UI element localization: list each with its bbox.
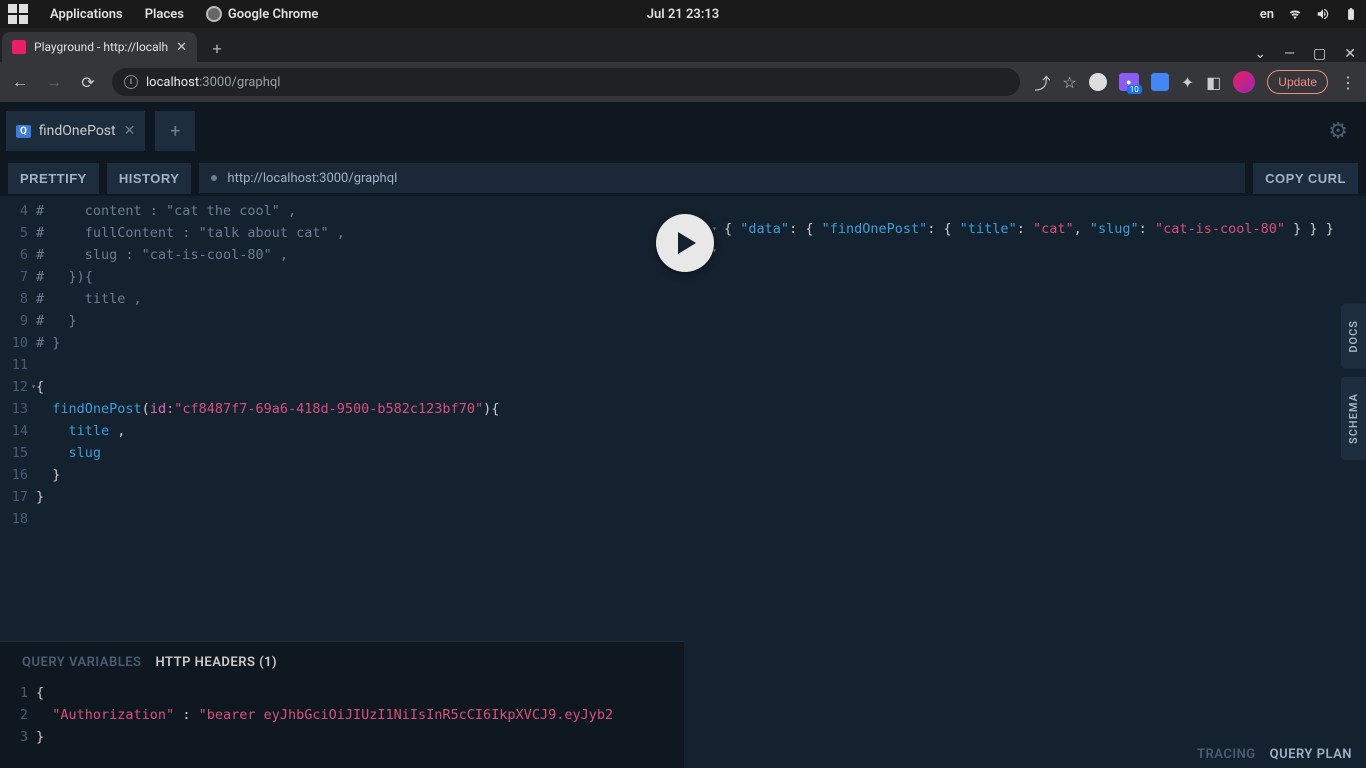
chrome-label: Google Chrome: [228, 7, 318, 22]
tab-title: Playground - http://localh: [34, 40, 168, 54]
browser-tab-active[interactable]: Playground - http://localh ✕: [2, 32, 197, 62]
query-code[interactable]: # content : "cat the cool" , # fullConte…: [36, 200, 684, 641]
playground-tabs: Q findOnePost ✕ + ⚙: [0, 102, 1366, 160]
browser-tab-strip: Playground - http://localh ✕ + ⌄ — ▢ ✕: [0, 28, 1366, 62]
endpoint-status-icon: [211, 175, 217, 181]
tracing-tab[interactable]: TRACING: [1197, 747, 1256, 762]
copy-curl-button[interactable]: COPY CURL: [1253, 163, 1358, 194]
battery-icon[interactable]: [1344, 7, 1358, 21]
query-plan-tab[interactable]: QUERY PLAN: [1270, 747, 1352, 762]
prettify-button[interactable]: PRETTIFY: [8, 163, 99, 194]
nav-forward-icon[interactable]: →: [44, 72, 64, 92]
side-tabs: DOCS SCHEMA: [1341, 304, 1366, 460]
extensions-puzzle-icon[interactable]: ✦: [1181, 73, 1194, 92]
tab-overflow-icon[interactable]: ⌄: [1254, 46, 1266, 62]
os-clock[interactable]: Jul 21 23:13: [647, 7, 719, 22]
query-editor-pane: 456789101112▾131415161718 # content : "c…: [0, 196, 684, 768]
docs-tab[interactable]: DOCS: [1341, 304, 1366, 369]
site-info-icon[interactable]: i: [124, 75, 138, 89]
playground-new-tab[interactable]: +: [155, 111, 195, 151]
endpoint-url: http://localhost:3000/graphql: [227, 171, 397, 186]
chrome-icon: [206, 6, 222, 22]
os-menu-chrome[interactable]: Google Chrome: [206, 6, 318, 22]
execute-button[interactable]: [656, 214, 714, 272]
headers-gutter: 123: [0, 682, 36, 748]
playground-main: 456789101112▾131415161718 # content : "c…: [0, 196, 1366, 768]
url-text: localhost:3000/graphql: [146, 75, 280, 90]
graphql-playground: Q findOnePost ✕ + ⚙ PRETTIFY HISTORY htt…: [0, 102, 1366, 768]
playground-tab-active[interactable]: Q findOnePost ✕: [6, 111, 145, 151]
query-variables-tab[interactable]: QUERY VARIABLES: [22, 655, 142, 670]
nav-back-icon[interactable]: ←: [10, 72, 30, 92]
headers-editor[interactable]: 123 { "Authorization" : "bearer eyJhbGci…: [0, 682, 684, 768]
profile-avatar[interactable]: [1233, 71, 1255, 93]
extension-icon-2[interactable]: ●10: [1119, 73, 1139, 91]
playground-tab-label: findOnePost: [39, 123, 116, 139]
variables-panel: QUERY VARIABLES HTTP HEADERS (1) 123 { "…: [0, 641, 684, 768]
new-tab-button[interactable]: +: [203, 34, 231, 62]
line-gutter: 456789101112▾131415161718: [0, 200, 36, 641]
result-json: { "data": { "findOnePost": { "title": "c…: [724, 218, 1356, 240]
playground-tab-close-icon[interactable]: ✕: [124, 123, 136, 139]
menu-dots-icon[interactable]: ⋮: [1340, 73, 1356, 92]
apps-grid-icon[interactable]: [8, 4, 28, 24]
os-menu-places[interactable]: Places: [145, 7, 184, 22]
panel-icon[interactable]: ◧: [1206, 73, 1221, 92]
wifi-icon[interactable]: [1288, 7, 1302, 21]
schema-tab[interactable]: SCHEMA: [1341, 377, 1366, 460]
browser-toolbar: ← → ⟳ i localhost:3000/graphql ⤴ ☆ ●10 ✦…: [0, 62, 1366, 102]
volume-icon[interactable]: [1316, 7, 1330, 21]
history-button[interactable]: HISTORY: [107, 163, 192, 194]
os-menu-applications[interactable]: Applications: [50, 7, 123, 22]
extension-icon-3[interactable]: [1151, 73, 1169, 91]
extension-icon-1[interactable]: [1089, 73, 1107, 91]
playground-toolbar: PRETTIFY HISTORY http://localhost:3000/g…: [0, 160, 1366, 196]
play-icon: [678, 232, 696, 254]
update-button[interactable]: Update: [1267, 70, 1328, 94]
http-headers-tab[interactable]: HTTP HEADERS (1): [156, 655, 278, 670]
favicon-icon: [12, 40, 26, 54]
endpoint-input[interactable]: http://localhost:3000/graphql: [199, 163, 1245, 193]
window-minimize-icon[interactable]: —: [1284, 46, 1295, 62]
footer-tabs: TRACING QUERY PLAN: [1197, 747, 1352, 762]
tab-close-icon[interactable]: ✕: [176, 40, 187, 55]
share-icon[interactable]: ⤴: [1034, 70, 1050, 94]
nav-reload-icon[interactable]: ⟳: [78, 73, 98, 92]
os-lang[interactable]: en: [1260, 7, 1274, 22]
window-close-icon[interactable]: ✕: [1344, 46, 1356, 62]
settings-gear-icon[interactable]: ⚙: [1328, 119, 1366, 144]
query-badge-icon: Q: [16, 125, 31, 138]
window-maximize-icon[interactable]: ▢: [1313, 46, 1326, 62]
os-top-bar: Applications Places Google Chrome Jul 21…: [0, 0, 1366, 28]
address-bar[interactable]: i localhost:3000/graphql: [112, 68, 1020, 96]
query-editor[interactable]: 456789101112▾131415161718 # content : "c…: [0, 196, 684, 641]
result-pane[interactable]: ▾ ▾ { "data": { "findOnePost": { "title"…: [684, 196, 1366, 768]
headers-code[interactable]: { "Authorization" : "bearer eyJhbGciOiJI…: [36, 682, 684, 748]
bookmark-star-icon[interactable]: ☆: [1062, 73, 1076, 92]
